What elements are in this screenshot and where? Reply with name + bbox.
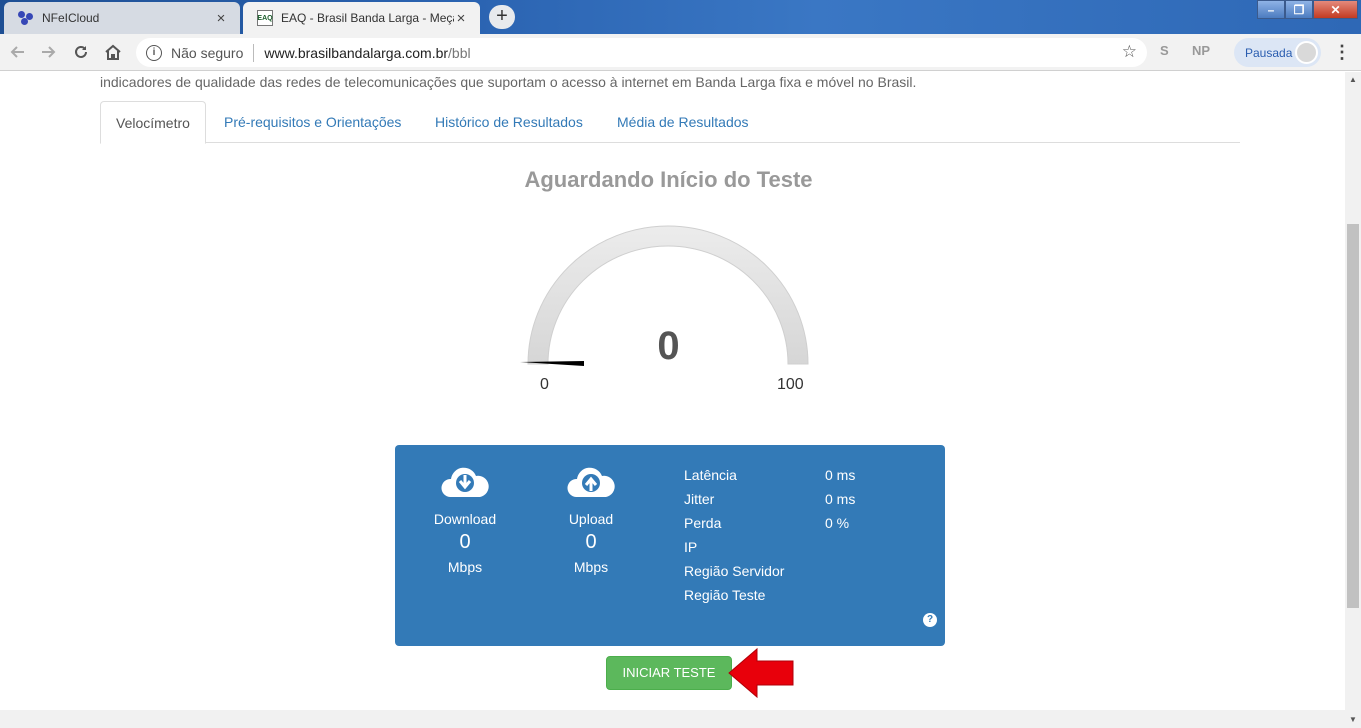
stat-key: Região Servidor — [684, 563, 785, 579]
gauge-min-label: 0 — [540, 376, 549, 393]
security-label: Não seguro — [171, 44, 244, 61]
stat-row-jitter: Jitter 0 ms — [684, 491, 855, 515]
intro-text: indicadores de qualidade das redes de te… — [100, 74, 917, 90]
stats-list: Latência 0 ms Jitter 0 ms Perda 0 % IP R… — [684, 467, 855, 611]
avatar-icon — [1295, 41, 1318, 64]
help-icon[interactable]: ? — [923, 613, 937, 627]
upload-unit: Mbps — [573, 559, 609, 575]
stat-key: IP — [684, 539, 698, 555]
home-icon[interactable] — [101, 40, 125, 64]
tab-title: EAQ - Brasil Banda Larga - Meça — [281, 11, 454, 25]
upload-metric: Upload 0 Mbps — [541, 463, 641, 575]
download-label: Download — [433, 511, 497, 527]
stat-value: 0 ms — [825, 467, 856, 483]
nav-tabs: Velocímetro Pré-requisitos e Orientações… — [100, 101, 1240, 144]
bookmark-star-icon[interactable]: ☆ — [1122, 42, 1137, 62]
red-arrow-icon — [728, 647, 794, 699]
forward-arrow-icon[interactable] — [37, 40, 61, 64]
title-bar: NFeICloud × EAQ EAQ - Brasil Banda Larga… — [0, 0, 1361, 34]
tab-title: NFeICloud — [42, 11, 100, 25]
profile-button[interactable]: Pausada — [1234, 38, 1321, 67]
cloud-download-icon — [441, 467, 489, 497]
tab-velocimetro[interactable]: Velocímetro — [100, 101, 206, 144]
minimize-button[interactable]: – — [1257, 0, 1285, 19]
stat-row-regiao-servidor: Região Servidor — [684, 563, 855, 587]
upload-label: Upload — [568, 511, 614, 527]
address-bar[interactable]: i Não seguro www.brasilbandalarga.com.br… — [136, 38, 1147, 67]
footer-strip — [0, 710, 1345, 728]
download-unit: Mbps — [447, 559, 483, 575]
close-window-button[interactable]: ✕ — [1313, 0, 1358, 19]
cloud-upload-icon — [567, 467, 615, 497]
stat-key: Perda — [684, 515, 722, 531]
skype-extension-icon[interactable]: S — [1160, 43, 1169, 58]
stat-value: 0 % — [825, 515, 850, 531]
gauge-max-label: 100 — [777, 376, 804, 393]
reload-icon[interactable] — [69, 40, 93, 64]
close-tab-icon[interactable]: × — [454, 10, 468, 27]
info-icon[interactable]: i — [146, 44, 162, 61]
results-panel: Download 0 Mbps Upload 0 Mbps Latência 0… — [395, 445, 945, 646]
np-extension-icon[interactable]: NP — [1192, 43, 1210, 58]
scroll-down-icon[interactable]: ▼ — [1349, 715, 1357, 724]
vertical-scrollbar[interactable]: ▲ ▼ — [1345, 72, 1361, 728]
menu-icon[interactable]: ⋮ — [1333, 42, 1351, 63]
tab-nfeicloud[interactable]: NFeICloud × — [4, 2, 240, 34]
browser-toolbar: i Não seguro www.brasilbandalarga.com.br… — [0, 34, 1361, 71]
tab-eaq[interactable]: EAQ EAQ - Brasil Banda Larga - Meça × — [243, 2, 480, 34]
stat-value: 0 ms — [825, 491, 856, 507]
stat-row-ip: IP — [684, 539, 855, 563]
maximize-button[interactable]: ❐ — [1285, 0, 1313, 19]
url-path: /bbl — [448, 44, 471, 61]
stat-key: Região Teste — [684, 587, 766, 603]
close-tab-icon[interactable]: × — [214, 10, 228, 27]
stat-row-latencia: Latência 0 ms — [684, 467, 855, 491]
new-tab-button[interactable]: + — [489, 5, 515, 29]
status-title: Aguardando Início do Teste — [524, 167, 813, 192]
gauge-value: 0 — [657, 324, 680, 368]
stat-row-regiao-teste: Região Teste — [684, 587, 855, 611]
eaq-icon: EAQ — [257, 10, 273, 26]
stat-row-perda: Perda 0 % — [684, 515, 855, 539]
url-host: www.brasilbandalarga.com.br — [264, 44, 449, 61]
divider — [253, 43, 255, 62]
stat-key: Jitter — [684, 491, 715, 507]
download-value: 0 — [459, 531, 471, 553]
stat-key: Latência — [684, 467, 737, 483]
profile-label: Pausada — [1245, 45, 1293, 60]
scrollbar-thumb[interactable] — [1347, 224, 1359, 608]
speed-gauge — [520, 225, 809, 366]
start-test-button[interactable]: INICIAR TESTE — [606, 656, 732, 690]
nfeicloud-icon — [18, 11, 34, 25]
upload-value: 0 — [585, 531, 597, 553]
tab-media[interactable]: Média de Resultados — [602, 101, 764, 143]
back-arrow-icon[interactable] — [5, 40, 29, 64]
window-controls: – ❐ ✕ — [1257, 0, 1358, 20]
page-content: indicadores de qualidade das redes de te… — [0, 72, 1345, 728]
tab-historico[interactable]: Histórico de Resultados — [420, 101, 598, 143]
download-metric: Download 0 Mbps — [415, 463, 515, 575]
tab-prerequisitos[interactable]: Pré-requisitos e Orientações — [209, 101, 416, 143]
scroll-up-icon[interactable]: ▲ — [1349, 75, 1357, 84]
